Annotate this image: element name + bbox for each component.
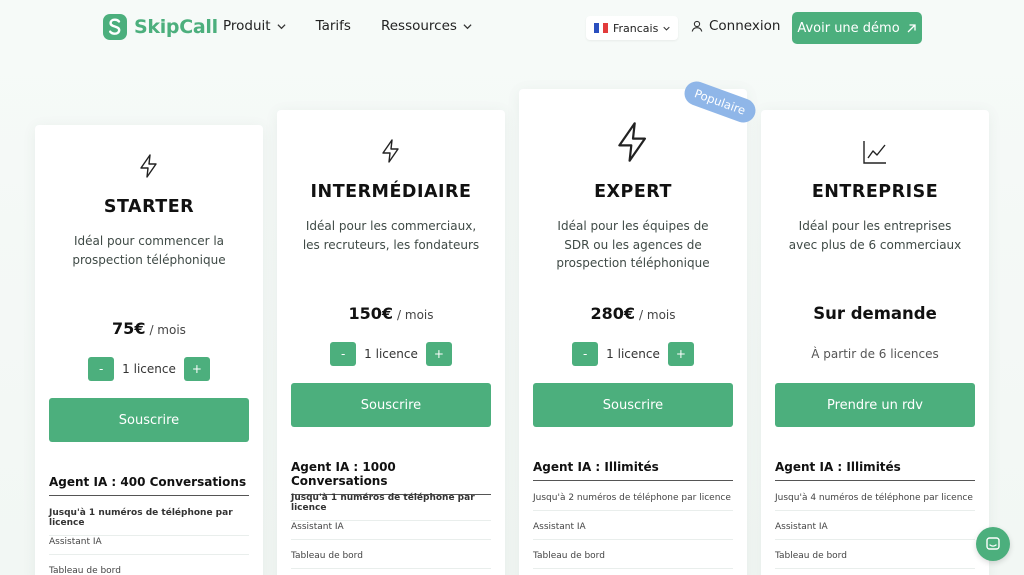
login-label: Connexion (709, 18, 781, 34)
license-count: 1 licence (606, 347, 660, 361)
feature-item: Tableau de bord (775, 551, 975, 569)
price-amount: 75€ (112, 319, 146, 338)
plan-price: 75€ / mois (35, 319, 263, 338)
demo-button-label: Avoir une démo (797, 20, 900, 36)
plan-price: Sur demande (813, 304, 937, 323)
feature-item: Jusqu'à 2 numéros de téléphone par licen… (533, 493, 733, 511)
feature-item: Assistant IA (775, 522, 975, 540)
lightning-icon (382, 139, 399, 163)
skipcall-logo-icon (103, 14, 127, 40)
license-count: 1 licence (122, 362, 176, 376)
increment-button[interactable]: + (425, 342, 452, 366)
book-meeting-button[interactable]: Prendre un rdv (775, 383, 975, 427)
plan-description: Idéal pour les équipes de SDR ou les age… (556, 219, 710, 270)
feature-item: Jusqu'à 1 numéros de téléphone par licen… (49, 508, 249, 536)
license-stepper: - 1 licence + (519, 342, 747, 366)
brand-name: SkipCall (134, 16, 218, 38)
arrow-up-right-icon (907, 23, 916, 32)
plan-description: Idéal pour commencer la prospection télé… (72, 234, 226, 267)
chevron-down-icon (277, 23, 286, 29)
features-heading: Agent IA : 400 Conversations (49, 475, 249, 496)
login-link[interactable]: Connexion (691, 18, 780, 34)
demo-button[interactable]: Avoir une démo (792, 12, 922, 44)
price-amount: 280€ (590, 304, 636, 323)
price-period: / mois (397, 308, 434, 322)
plan-card-intermediate: INTERMÉDIAIRE Idéal pour les commerciaux… (277, 110, 505, 575)
plan-description: Idéal pour les commerciaux, les recruteu… (302, 219, 480, 252)
plan-title: INTERMÉDIAIRE (310, 182, 472, 202)
license-stepper: - 1 licence + (35, 357, 263, 381)
increment-button[interactable]: + (667, 342, 694, 366)
license-stepper: - 1 licence + (277, 342, 505, 366)
plan-price: 280€ / mois (519, 304, 747, 323)
plan-price: 150€ / mois (277, 304, 505, 323)
subscribe-button[interactable]: Souscrire (291, 383, 491, 427)
nav-resources-label: Ressources (380, 18, 457, 34)
feature-item: Assistant IA (291, 522, 491, 540)
top-navigation: SkipCall Produit Tarifs Ressources Franc… (0, 0, 1024, 58)
subscribe-button[interactable]: Souscrire (533, 383, 733, 427)
feature-item: Assistant IA (49, 537, 249, 555)
chevron-down-icon (663, 26, 670, 31)
lightning-icon (618, 122, 647, 162)
nav-pricing[interactable]: Tarifs (316, 18, 351, 34)
feature-item: Jusqu'à 1 numéros de téléphone par licen… (291, 493, 491, 521)
feature-item: Tableau de bord (49, 566, 249, 575)
nav-resources[interactable]: Ressources (381, 18, 472, 34)
language-label: Francais (613, 21, 659, 35)
increment-button[interactable]: + (183, 357, 210, 381)
nav-pricing-label: Tarifs (315, 18, 351, 34)
price-period: / mois (149, 323, 186, 337)
language-selector[interactable]: Francais (586, 16, 679, 40)
plan-title: EXPERT (594, 182, 672, 202)
lightning-icon (140, 154, 157, 178)
feature-item: Tableau de bord (291, 551, 491, 569)
plan-card-starter: STARTER Idéal pour commencer la prospect… (35, 125, 263, 575)
feature-item: Jusqu'à 4 numéros de téléphone par licen… (775, 493, 975, 511)
license-minimum-note: À partir de 6 licences (811, 347, 939, 361)
price-amount: 150€ (348, 304, 394, 323)
price-period: / mois (639, 308, 676, 322)
plan-title: STARTER (103, 197, 195, 217)
nav-product[interactable]: Produit (223, 18, 286, 34)
subscribe-button[interactable]: Souscrire (49, 398, 249, 442)
features-heading: Agent IA : 1000 Conversations (291, 460, 491, 495)
license-count: 1 licence (364, 347, 418, 361)
logo[interactable]: SkipCall (102, 13, 218, 41)
plan-description: Idéal pour les entreprises avec plus de … (788, 219, 962, 252)
features-heading: Agent IA : Illimités (775, 460, 975, 481)
features-heading: Agent IA : Illimités (533, 460, 733, 481)
feature-item: Assistant IA (533, 522, 733, 540)
plan-card-enterprise: ENTREPRISE Idéal pour les entreprises av… (761, 110, 989, 575)
decrement-button[interactable]: - (572, 342, 599, 366)
plan-card-expert: EXPERT Idéal pour les équipes de SDR ou … (519, 89, 747, 575)
user-icon (691, 20, 703, 32)
line-chart-icon (863, 141, 886, 164)
plan-title: ENTREPRISE (811, 182, 939, 202)
decrement-button[interactable]: - (330, 342, 357, 366)
main-nav: Produit Tarifs Ressources (223, 18, 472, 34)
chat-icon (986, 537, 1000, 550)
chat-widget-button[interactable] (976, 527, 1010, 561)
chevron-down-icon (463, 23, 472, 29)
decrement-button[interactable]: - (88, 357, 115, 381)
nav-product-label: Produit (223, 18, 271, 34)
feature-item: Tableau de bord (533, 551, 733, 569)
french-flag-icon (594, 23, 609, 33)
